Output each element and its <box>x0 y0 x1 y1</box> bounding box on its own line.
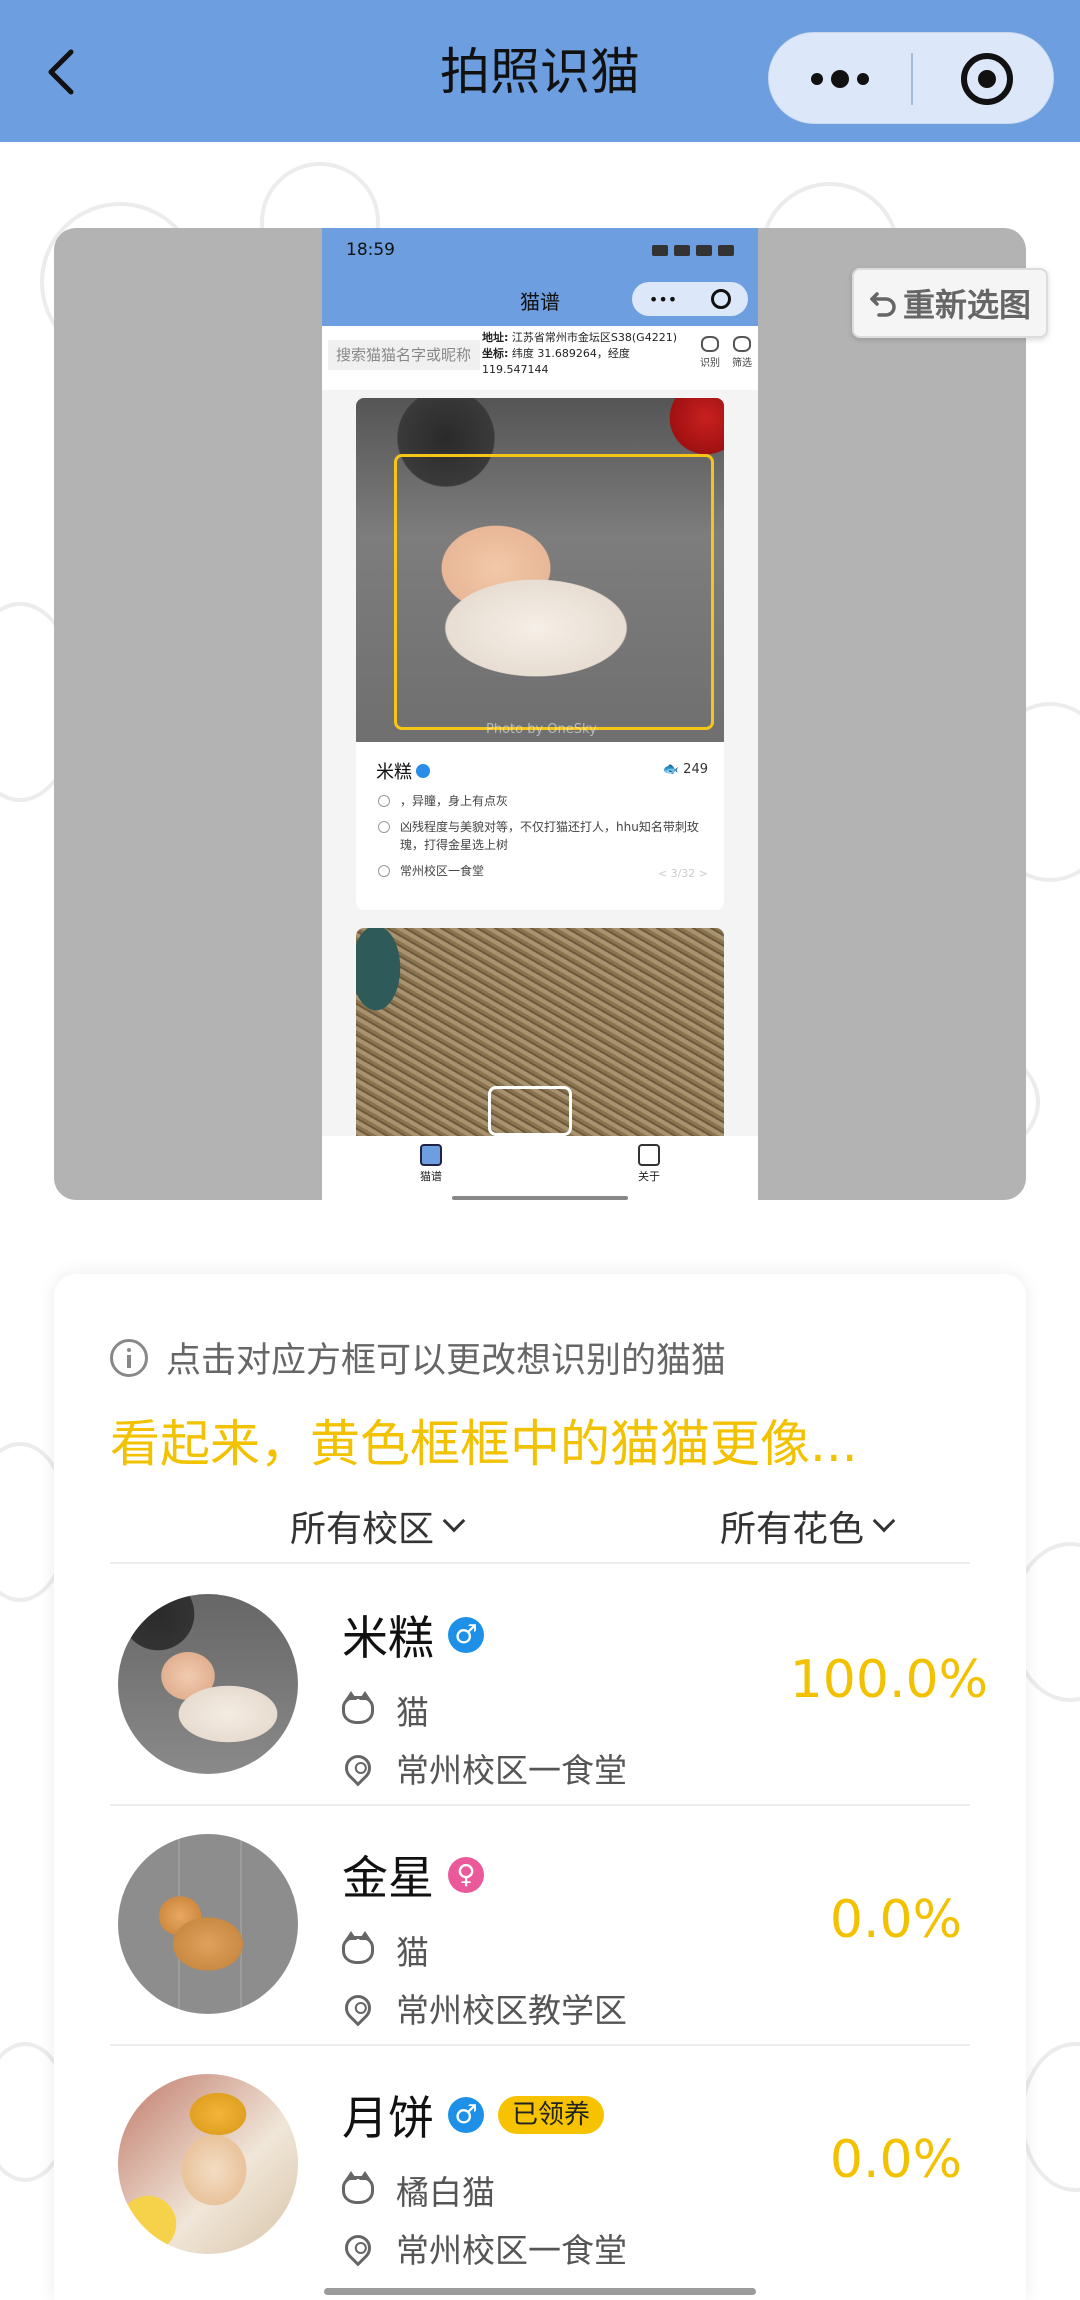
location-pin-icon <box>339 1989 377 2027</box>
female-icon: ♀ <box>448 1857 484 1893</box>
cat-face-icon <box>342 2171 374 2204</box>
hint-text: 点击对应方框可以更改想识别的猫猫 <box>166 1341 727 1381</box>
cat-face-icon <box>342 1691 374 1724</box>
phone-status-icons <box>652 244 734 256</box>
cat-breed: 猫 <box>342 1686 429 1734</box>
reselect-image-button[interactable]: 重新选图 <box>852 268 1048 338</box>
cat-avatar <box>118 2074 298 2254</box>
more-dots-icon <box>811 70 869 88</box>
cat-avatar <box>118 1834 298 2014</box>
campus-filter-label: 所有校区 <box>290 1509 435 1550</box>
cat-avatar <box>118 1594 298 1774</box>
color-filter-label: 所有花色 <box>720 1509 865 1550</box>
detection-box-unselected[interactable] <box>488 1086 572 1136</box>
cat-location: 常州校区教学区 <box>339 1984 627 2032</box>
hint-row: 点击对应方框可以更改想识别的猫猫 <box>110 1332 726 1383</box>
mini-program-capsule <box>768 32 1054 124</box>
cat-result-row[interactable]: 金星 ♀ 猫 常州校区教学区 0.0% <box>110 1806 970 2046</box>
phone-nav-bar: 猫谱 ••• <box>322 272 758 326</box>
location-pin-icon <box>339 1749 377 1787</box>
close-mini-program-button[interactable] <box>919 33 1055 125</box>
cat-result-row[interactable]: 月饼 ♂ 已领养 橘白猫 常州校区一食堂 0.0% <box>110 2046 970 2286</box>
male-icon: ♂ <box>448 1617 484 1653</box>
cat-name: 米糕 ♂ <box>342 1602 484 1668</box>
cat-location: 常州校区一食堂 <box>339 1744 627 1792</box>
target-close-icon <box>961 53 1013 105</box>
detection-box-selected[interactable] <box>394 454 714 730</box>
chevron-down-icon <box>872 1509 896 1533</box>
cat-location: 常州校区一食堂 <box>339 2224 627 2272</box>
photo-preview[interactable]: 18:59 猫谱 ••• 搜索猫猫名字或昵称 地址: 江苏省常州市金坛区S38(… <box>54 228 1026 1200</box>
result-panel: 点击对应方框可以更改想识别的猫猫 看起来，黄色框框中的猫猫更像... 所有校区 … <box>54 1274 1026 2300</box>
phone-likes: 🐟 249 <box>662 762 708 777</box>
top-nav-bar: 拍照识猫 <box>0 0 1080 142</box>
cat-breed: 橘白猫 <box>342 2166 495 2214</box>
cat-name: 月饼 ♂ 已领养 <box>342 2082 605 2148</box>
reselect-label: 重新选图 <box>902 286 1031 324</box>
chevron-down-icon <box>442 1509 466 1533</box>
cat-face-icon <box>342 1931 374 1964</box>
match-score: 0.0% <box>829 2130 962 2190</box>
phone-search-bar: 搜索猫猫名字或昵称 地址: 江苏省常州市金坛区S38(G4221) 坐标: 纬度… <box>322 326 758 390</box>
match-score: 100.0% <box>789 1650 988 1710</box>
phone-card-info: 米糕 🐟 249 ，异瞳，身上有点灰 凶残程度与美貌对等，不仅打猫还打人，hhu… <box>376 762 708 880</box>
campus-filter-dropdown[interactable]: 所有校区 <box>290 1500 466 1552</box>
adopted-badge: 已领养 <box>498 2096 605 2134</box>
screenshot-image: 18:59 猫谱 ••• 搜索猫猫名字或昵称 地址: 江苏省常州市金坛区S38(… <box>322 228 758 1200</box>
phone-capsule: ••• <box>632 282 748 316</box>
cat-breed: 猫 <box>342 1926 429 1974</box>
match-score: 0.0% <box>829 1890 962 1950</box>
phone-search-box: 搜索猫猫名字或昵称 <box>328 340 480 370</box>
undo-arrow-icon <box>870 292 896 317</box>
capsule-divider <box>911 53 913 105</box>
location-pin-icon <box>339 2229 377 2267</box>
phone-home-bar <box>452 1196 628 1200</box>
phone-cat-card-2 <box>356 928 724 1148</box>
phone-address: 地址: 江苏省常州市金坛区S38(G4221) 坐标: 纬度 31.689264… <box>482 331 677 376</box>
cat-result-row[interactable]: 米糕 ♂ 猫 常州校区一食堂 100.0% <box>110 1566 988 1806</box>
phone-tools: 识别 筛选 <box>700 336 752 369</box>
home-indicator[interactable] <box>324 2288 756 2295</box>
cat-name: 金星 ♀ <box>342 1842 484 1908</box>
result-headline: 看起来，黄色框框中的猫猫更像... <box>110 1415 858 1473</box>
more-button[interactable] <box>769 33 911 125</box>
color-filter-dropdown[interactable]: 所有花色 <box>720 1500 896 1552</box>
phone-cat-card: Photo by OneSky 米糕 🐟 249 ，异瞳，身上有点灰 凶残程度与… <box>356 398 724 910</box>
phone-tab-bar: 猫谱 关于 <box>322 1136 758 1200</box>
phone-status-bar: 18:59 <box>322 228 758 272</box>
phone-time: 18:59 <box>346 240 395 260</box>
male-icon: ♂ <box>448 2097 484 2133</box>
photo-credit: Photo by OneSky <box>486 722 597 737</box>
info-icon <box>110 1338 148 1377</box>
filter-bar: 所有校区 所有花色 <box>110 1488 970 1564</box>
